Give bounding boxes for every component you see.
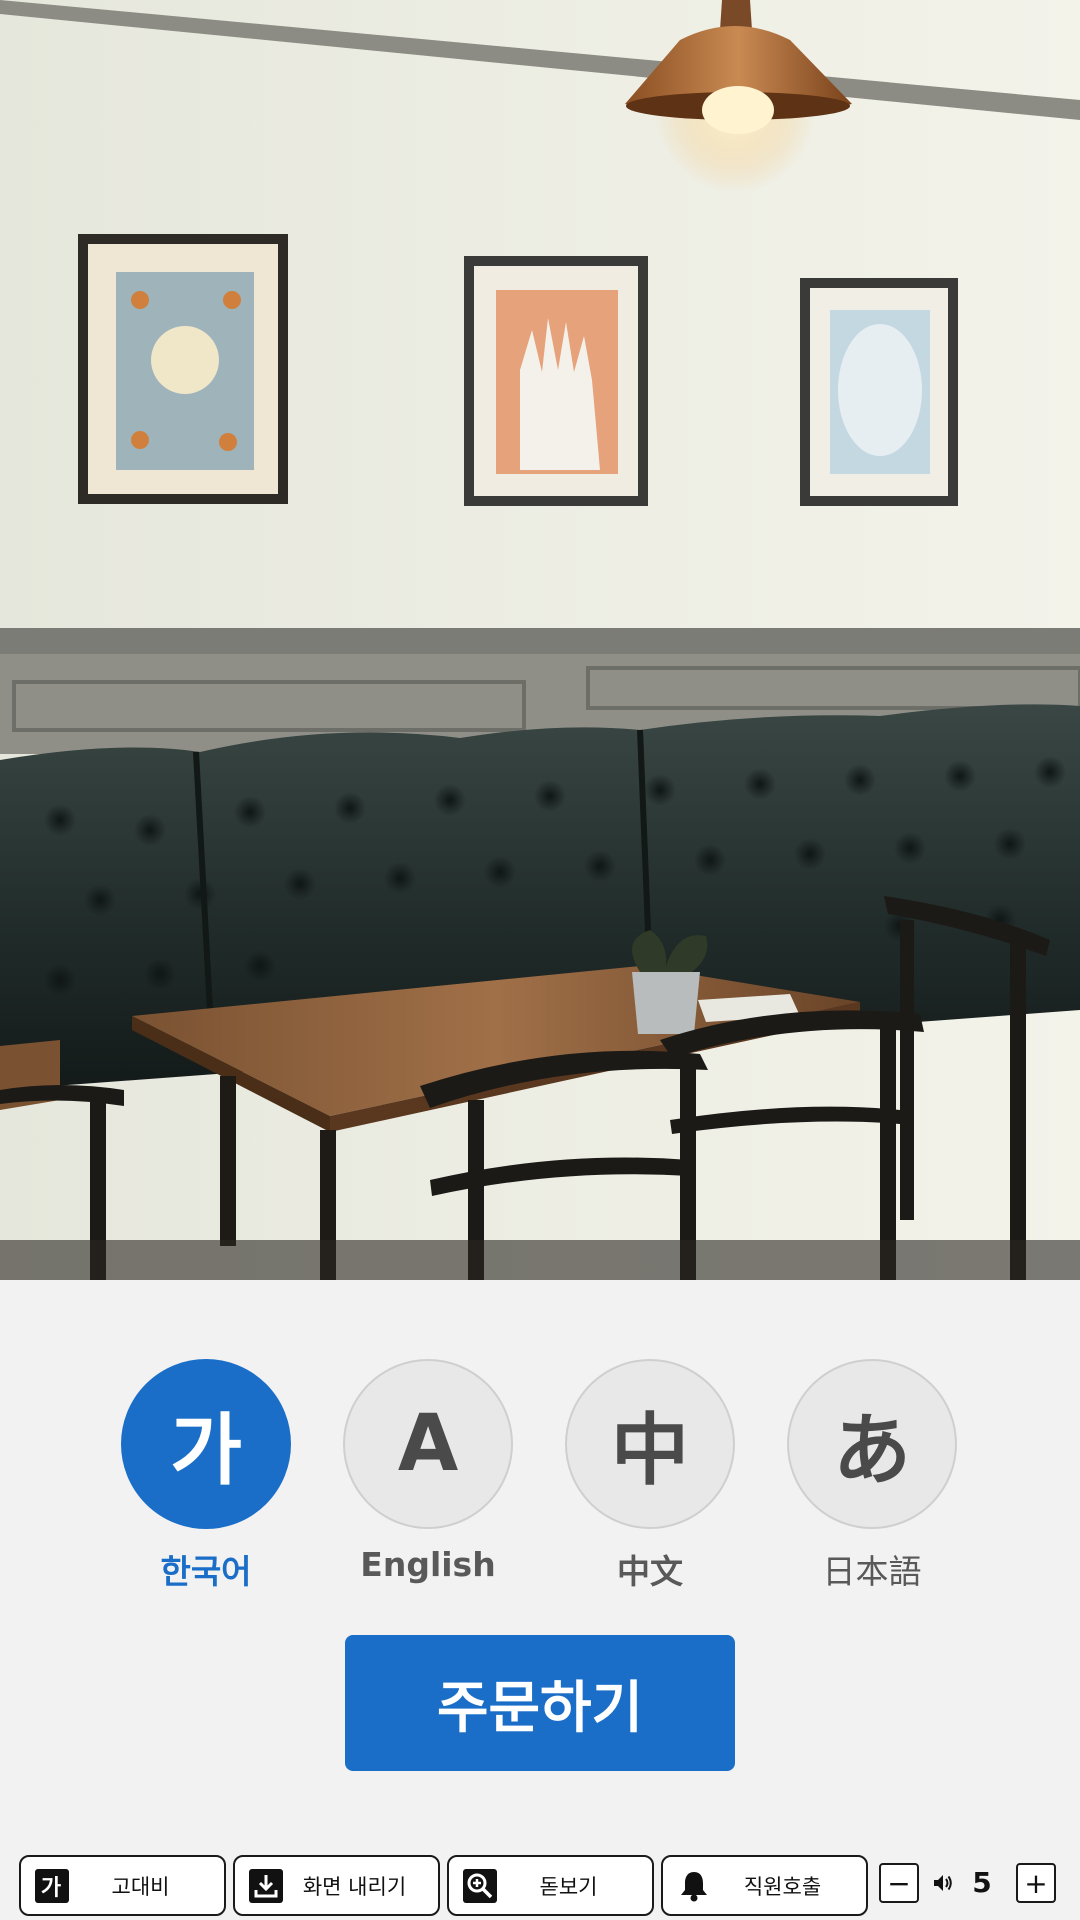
call-staff-label: 직원호출 <box>743 1874 822 1899</box>
zoom-in-icon <box>461 1867 499 1905</box>
language-label: English <box>360 1545 496 1584</box>
contrast-icon: 가 <box>33 1867 71 1905</box>
language-option-japanese[interactable]: あ 日本語 <box>772 1359 972 1593</box>
volume-control: − 5 + <box>879 1863 1056 1907</box>
wall-frame <box>800 278 958 506</box>
english-glyph-icon: A <box>343 1359 513 1529</box>
language-label: 中文 <box>617 1552 683 1591</box>
lower-screen-label: 화면 내리기 <box>302 1874 407 1899</box>
magnifier-button[interactable]: 돋보기 <box>447 1855 654 1916</box>
chinese-glyph-icon: 中 <box>565 1359 735 1529</box>
language-label: 日本語 <box>822 1552 922 1591</box>
wall-frame <box>78 234 288 504</box>
magnifier-label: 돋보기 <box>539 1874 598 1899</box>
accessibility-bar: 가 고대비 화면 내리기 돋보기 직원호출 − 5 + <box>0 1855 1080 1917</box>
speaker-icon <box>931 1871 957 1895</box>
japanese-glyph-icon: あ <box>787 1359 957 1529</box>
language-option-korean[interactable]: 가 한국어 <box>106 1359 306 1593</box>
high-contrast-button[interactable]: 가 고대비 <box>19 1855 226 1916</box>
call-staff-button[interactable]: 직원호출 <box>661 1855 868 1916</box>
contrast-icon-glyph: 가 <box>41 1876 61 1901</box>
wall-frame <box>464 256 648 506</box>
lower-screen-button[interactable]: 화면 내리기 <box>233 1855 440 1916</box>
korean-glyph-icon: 가 <box>121 1359 291 1529</box>
language-option-english[interactable]: A English <box>328 1359 528 1584</box>
volume-level: 5 <box>972 1866 992 1899</box>
volume-decrease-button[interactable]: − <box>879 1863 919 1903</box>
language-label: 한국어 <box>160 1552 252 1591</box>
bell-icon <box>675 1867 713 1905</box>
download-tray-icon <box>247 1867 285 1905</box>
high-contrast-label: 고대비 <box>111 1874 170 1899</box>
volume-increase-button[interactable]: + <box>1016 1863 1056 1903</box>
language-option-chinese[interactable]: 中 中文 <box>550 1359 750 1593</box>
hero-image <box>0 0 1080 1280</box>
language-selector: 가 한국어 A English 中 中文 あ 日本語 <box>0 1359 1080 1591</box>
order-button[interactable]: 주문하기 <box>345 1635 735 1771</box>
